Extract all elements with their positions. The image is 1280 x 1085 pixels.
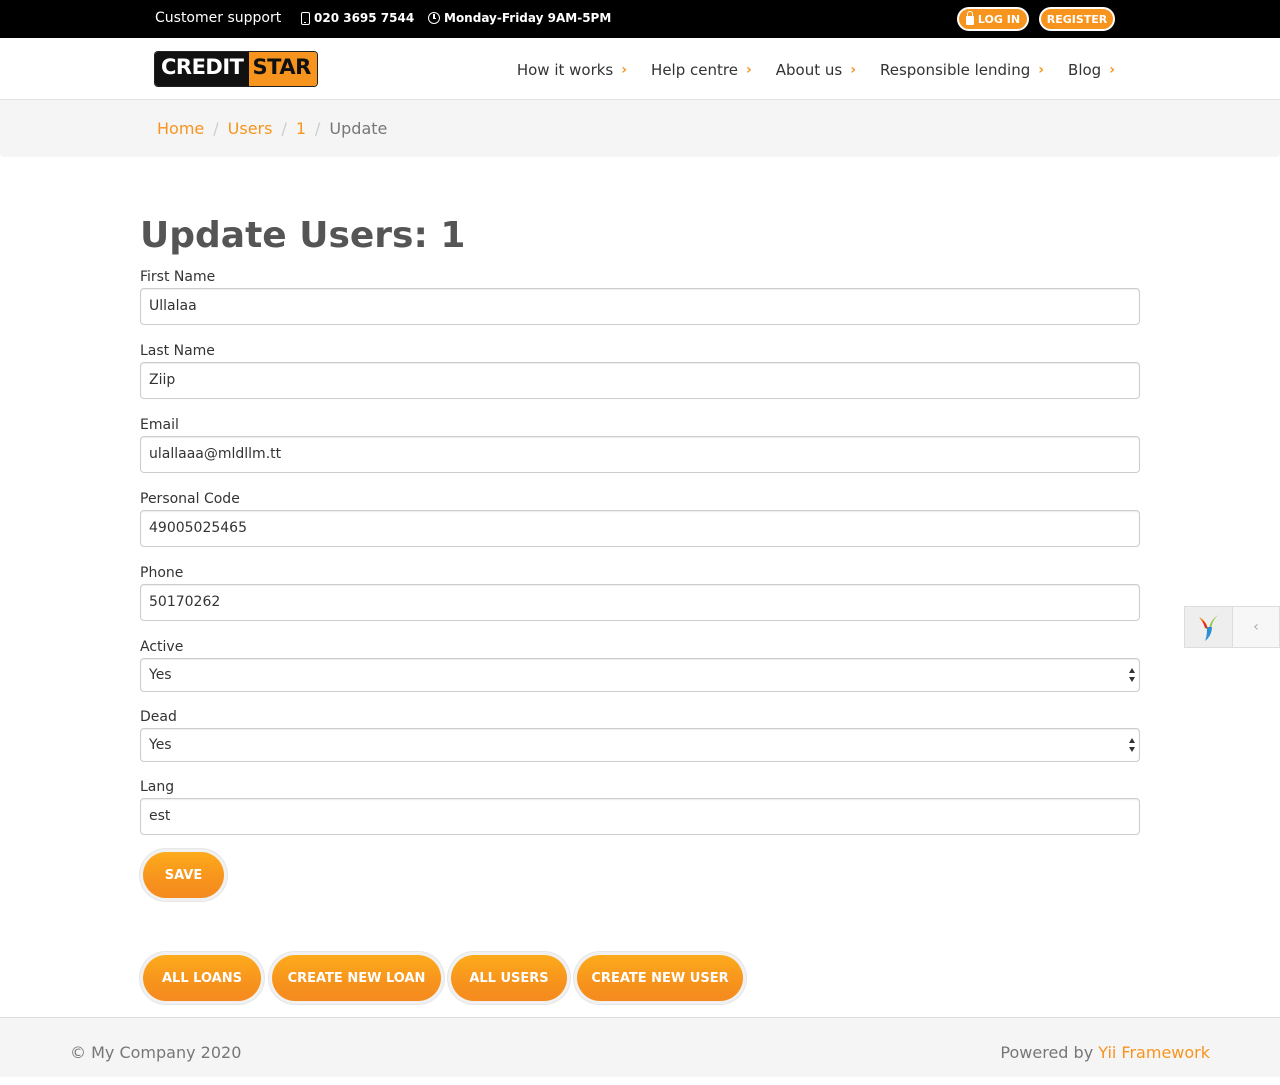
chevron-right-icon: › [745, 62, 752, 78]
phone-label: Phone [140, 565, 184, 581]
active-label: Active [140, 639, 184, 655]
breadcrumb-separator: / [315, 119, 321, 138]
breadcrumb-home[interactable]: Home [157, 119, 204, 138]
powered-by: Powered by Yii Framework [1000, 1043, 1210, 1062]
register-button[interactable]: REGISTER [1039, 7, 1115, 31]
nav-label: How it works [516, 61, 614, 79]
active-select[interactable]: Yes [140, 658, 1140, 692]
last-name-input[interactable]: Ziip [140, 362, 1140, 399]
breadcrumb-separator: / [281, 119, 287, 138]
nav-label: Responsible lending [879, 61, 1031, 79]
active-selected-value: Yes [149, 667, 172, 683]
dead-selected-value: Yes [149, 737, 172, 753]
login-button[interactable]: LOG IN [957, 7, 1029, 31]
last-name-label: Last Name [140, 343, 215, 359]
clock-icon [428, 12, 440, 24]
nav-label: Blog [1068, 61, 1102, 79]
all-loans-button[interactable]: ALL LOANS [143, 955, 261, 1001]
customer-support-label: Customer support [155, 10, 282, 26]
first-name-label: First Name [140, 269, 216, 285]
logo-star: STAR [248, 52, 317, 86]
breadcrumb-user-id[interactable]: 1 [296, 119, 306, 138]
first-name-input[interactable]: Ullalaa [140, 288, 1140, 325]
chevron-right-icon: › [850, 62, 856, 78]
breadcrumb: Home / Users / 1 / Update [0, 100, 1280, 157]
logo-credit: CREDIT [155, 52, 249, 86]
login-label: LOG IN [977, 12, 1021, 26]
breadcrumb-users[interactable]: Users [228, 119, 273, 138]
yii-logo-button[interactable] [1185, 607, 1233, 647]
lang-label: Lang [140, 779, 175, 795]
powered-by-prefix: Powered by [1000, 1043, 1099, 1062]
nav-how-it-works[interactable]: How it works › [517, 61, 627, 79]
breadcrumb-current: Update [329, 119, 388, 138]
save-button[interactable]: SAVE [143, 852, 224, 898]
debug-toolbar: ‹ [1184, 606, 1280, 648]
email-label: Email [140, 417, 179, 433]
nav-help-centre[interactable]: Help centre › [651, 61, 752, 79]
create-new-user-button[interactable]: CREATE NEW USER [577, 955, 743, 1001]
main-nav: How it works › Help centre › About us › … [517, 61, 1115, 79]
nav-label: About us [775, 61, 843, 79]
mobile-phone-icon [301, 11, 310, 25]
chevron-right-icon: › [621, 62, 628, 78]
personal-code-label: Personal Code [140, 491, 240, 507]
top-bar: Customer support 020 3695 7544 Monday-Fr… [0, 0, 1280, 38]
yii-logo-icon [1199, 615, 1219, 641]
chevron-right-icon: › [1109, 62, 1115, 78]
dead-select[interactable]: Yes [140, 728, 1140, 762]
phone-input[interactable]: 50170262 [140, 584, 1140, 621]
nav-responsible-lending[interactable]: Responsible lending › [880, 61, 1044, 79]
nav-blog[interactable]: Blog › [1068, 61, 1115, 79]
personal-code-input[interactable]: 49005025465 [140, 510, 1140, 547]
select-arrows-icon [1129, 668, 1135, 682]
site-footer: © My Company 2020 Powered by Yii Framewo… [0, 1017, 1280, 1077]
copyright-text: © My Company 2020 [70, 1043, 242, 1062]
lock-icon [965, 11, 974, 25]
site-header: CREDIT STAR How it works › Help centre ›… [0, 38, 1280, 100]
email-input[interactable]: ulallaaa@mldllm.tt [140, 436, 1140, 473]
create-new-loan-button[interactable]: CREATE NEW LOAN [272, 955, 441, 1001]
support-phone[interactable]: 020 3695 7544 [301, 11, 414, 25]
nav-about-us[interactable]: About us › [776, 61, 856, 79]
support-hours: Monday-Friday 9AM-5PM [428, 11, 611, 25]
all-users-button[interactable]: ALL USERS [451, 955, 567, 1001]
debug-toolbar-toggle[interactable]: ‹ [1233, 607, 1279, 647]
select-arrows-icon [1129, 738, 1135, 752]
page-title: Update Users: 1 [140, 215, 466, 256]
support-phone-number: 020 3695 7544 [314, 11, 415, 25]
breadcrumb-separator: / [213, 119, 219, 138]
chevron-right-icon: › [1038, 62, 1045, 78]
nav-label: Help centre [651, 61, 738, 79]
lang-input[interactable]: est [140, 798, 1140, 835]
creditstar-logo[interactable]: CREDIT STAR [155, 52, 317, 86]
dead-label: Dead [140, 709, 177, 725]
yii-framework-link[interactable]: Yii Framework [1098, 1043, 1210, 1062]
support-hours-text: Monday-Friday 9AM-5PM [444, 11, 612, 25]
chevron-left-icon: ‹ [1253, 619, 1259, 635]
